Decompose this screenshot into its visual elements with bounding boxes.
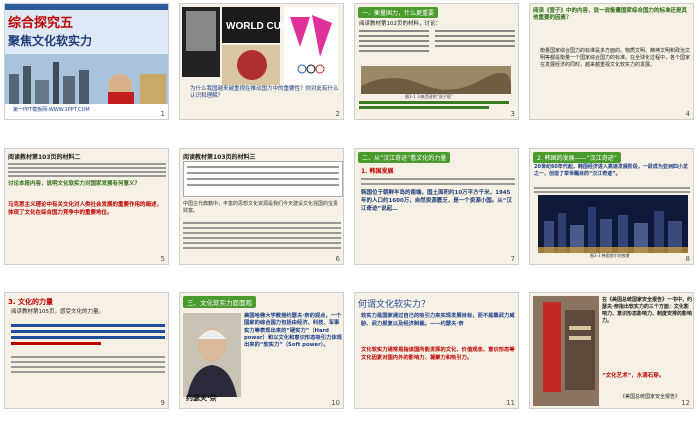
image-caption: 图3-3 韩国首尔的夜景 [590,253,630,258]
slide-heading: 阅读《管子》中的内容，说一说衡量国家综合国力的标准还是其他重要的因素？ [533,8,688,21]
slide-body: 在《美国总统国家安全报告》一书中，约瑟夫·奈指出软实力的三个方面：文化影响力、意… [602,297,693,324]
world-cup-text: WORLD CUP [226,21,288,32]
slide-header: 二、从“汉江奇迹”看文化的力量 [358,152,451,163]
slide-title: 综合探究五 [8,16,74,31]
slide-number: 10 [331,399,340,407]
slide-number: 9 [160,399,165,407]
slide-body: 衡量国家综合国力的标准是多方面的。物质文明、精神文明和政治文明等都是衡量一个国家… [540,48,691,68]
slide-body: 中国古代典籍中，丰富的思想文化资源是我们今天建设文化强国的宝贵财富。 [183,201,339,214]
slide-number: 4 [685,110,690,118]
slide-subtitle: 聚焦文化软实力 [8,34,93,48]
portrait-photo [183,313,241,397]
slide-body: 美国哈佛大学教授约瑟夫·奈的观点，一个国家的综合国力包括由经济、科技、军事实力等… [244,313,342,349]
city-night-image [538,195,688,253]
slide-header: 阅读教材第103页的材料二 [8,154,81,161]
slide-header: 阅读教材第103页的材料三 [183,154,256,161]
slide-task: 阅读教材第102页的材料，讨论： [359,21,441,27]
slide-source: 《美国总统国家安全报告》 [620,394,681,400]
slide-question: 讨论本段内容，说明文化软实力对国家发展有何意义？ [8,181,141,187]
slide-question: 为什么我国越来越重视在推动国力中的重要性？你对此有什么认识和理解？ [190,86,339,99]
slide-header: 三、文化软实力面面观 [183,296,256,308]
slide-header: 2. 韩国的发展——“汉江奇迹” [533,152,621,163]
slide-header: 一、衡量国力，什么更重要 [358,7,439,18]
text-block [361,175,515,188]
text-block [8,161,166,179]
slide-body: 马克思主义理论中有关文化对人类社会发展的重要作用的阐述，体现了文化在综合国力竞争… [8,202,163,216]
image-caption: 图3-1 马来西亚的“双子塔” [405,94,453,99]
slide-number: 7 [510,255,515,263]
city-photo [5,54,168,104]
ancient-image [361,66,511,94]
slide-thumbnail-5[interactable]: 阅读教材第103页的材料二 讨论本段内容，说明文化软实力对国家发展有何意义？ 马… [4,148,169,265]
slide-header: 何谓文化软实力？ [358,300,431,310]
slide-number: 8 [685,255,690,263]
slide-number: 5 [160,255,165,263]
slide-number: 3 [510,110,515,118]
text-block [11,353,165,376]
text-block [534,185,690,195]
slide-header: 3. 文化的力量 [8,298,53,306]
slide-thumbnail-10[interactable]: 三、文化软实力面面观 约瑟夫·奈 美国哈佛大学教授约瑟夫·奈的观点，一个国家的综… [179,292,344,409]
slide-body: 韩国位于朝鲜半岛的南端，国土面积约10万平方千米，1945年的人口约1600万，… [361,190,512,212]
slide-body-2: 文化软实力通常是指该国所能发挥的文化、价值观念、意识形态等文化因素对国内外的影响… [361,347,515,361]
world-cup-image: WORLD CUP [182,7,338,85]
text-block [435,27,515,67]
slide-thumbnail-9[interactable]: 3. 文化的力量 阅读教材第105页，感受文化的力量。 9 [4,292,169,409]
slide-thumbnail-8[interactable]: 2. 韩国的发展——“汉江奇迹” 20世纪60年代起，韩国经济进入高速发展阶段，… [529,148,694,265]
slide-body: 软实力是国家通过自己的吸引力来实现发展目标，而不是靠武力威胁、武力报复以及经济制… [361,313,515,327]
slide-thumbnail-12[interactable]: 在《美国总统国家安全报告》一书中，约瑟夫·奈指出软实力的三个方面：文化影响力、意… [529,292,694,409]
slide-thumbnail-6[interactable]: 阅读教材第103页的材料三 中国古代典籍中，丰富的思想文化资源是我们今天建设文化… [179,148,344,265]
slide-number: 11 [506,399,515,407]
slide-body: 20世纪60年代起，韩国经济进入高速发展阶段，一跃成为亚洲四小龙之一，创造了举世… [534,164,688,177]
footer-text: 第一PPT模板网-WWW.1PPT.COM [13,107,90,113]
slide-thumbnail-2[interactable]: WORLD CUP 为什么我国越来越重视在推动国力中的重要性？你对此有什么认识和… [179,3,344,120]
slide-thumbnail-3[interactable]: 一、衡量国力，什么更重要 阅读教材第102页的材料，讨论： 图3-1 马来西亚的… [354,3,519,120]
slide-thumbnail-4[interactable]: 阅读《管子》中的内容，说一说衡量国家综合国力的标准还是其他重要的因素？ 衡量国家… [529,3,694,120]
slide-thumbnail-7[interactable]: 二、从“汉江奇迹”看文化的力量 1. 韩国发展 韩国位于朝鲜半岛的南端，国土面积… [354,148,519,265]
slide-number: 12 [681,399,690,407]
text-block [359,27,429,67]
book-cover-image [533,296,599,406]
slide-thumbnail-11[interactable]: 何谓文化软实力？ 软实力是国家通过自己的吸引力来实现发展目标，而不是靠武力威胁、… [354,292,519,409]
slide-body: 阅读教材第105页，感受文化的力量。 [11,309,104,315]
slide-quote: “文化艺术”，水滴石穿。 [602,373,665,379]
slide-subheader: 1. 韩国发展 [361,168,394,175]
person-name: 约瑟夫·奈 [186,394,217,402]
slide-number: 6 [335,255,340,263]
quote-box [183,161,343,197]
text-block [183,219,341,252]
slide-thumbnail-1[interactable]: 综合探究五 聚焦文化软实力 第一PPT模板网-WWW.1PPT.COM 1 [4,3,169,120]
highlight-text [11,321,165,348]
slide-number: 2 [335,110,340,118]
slide-number: 1 [160,110,165,118]
